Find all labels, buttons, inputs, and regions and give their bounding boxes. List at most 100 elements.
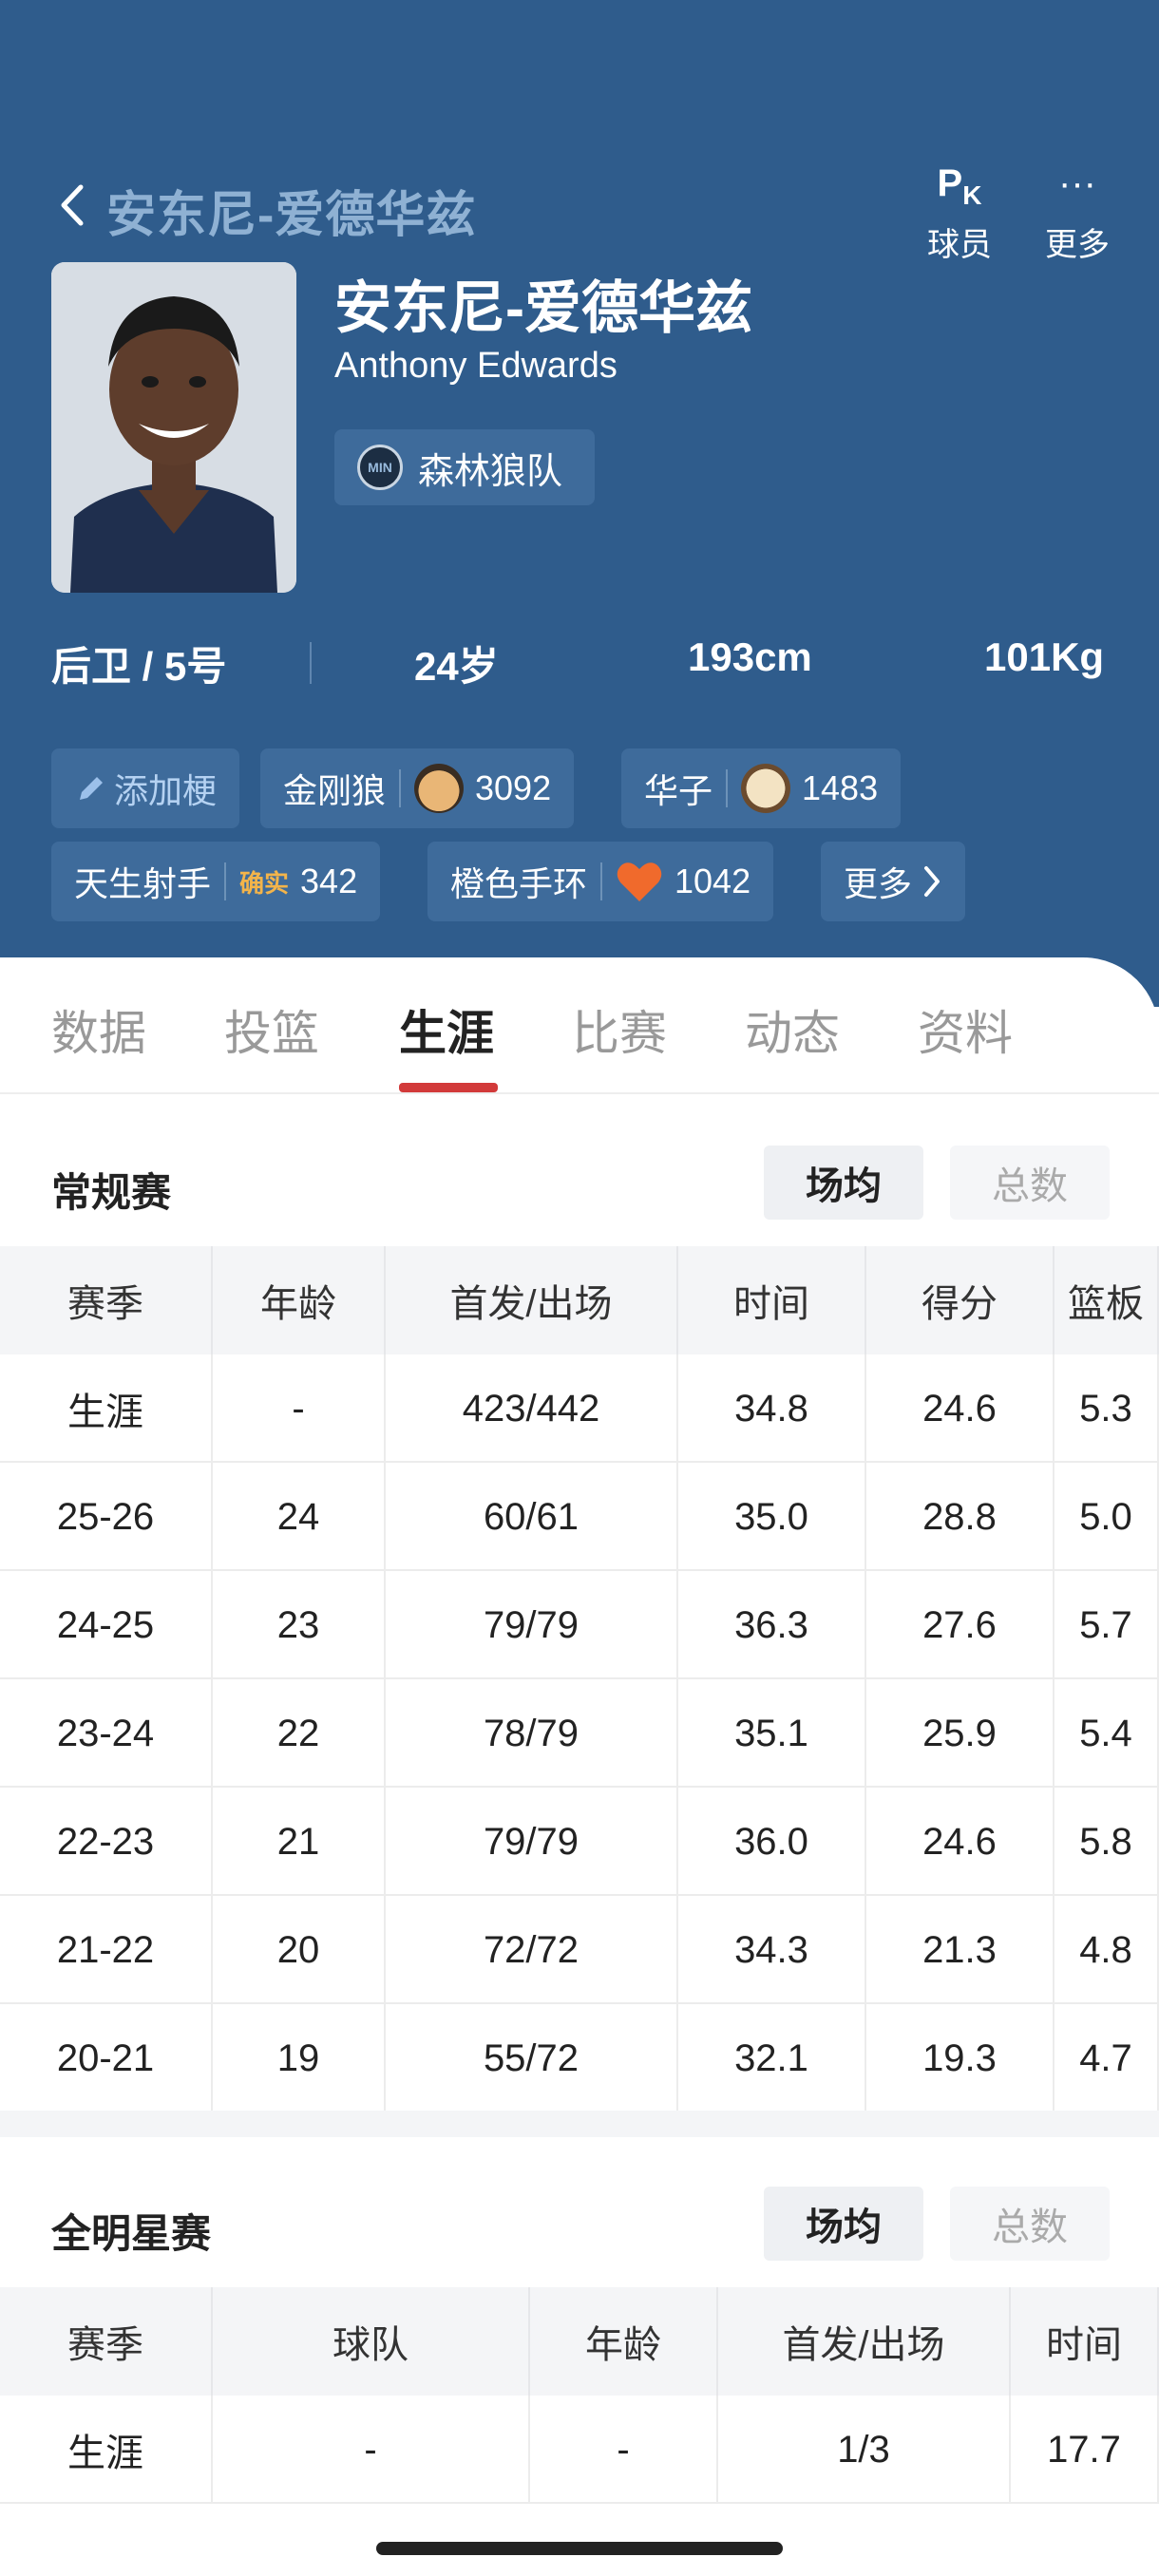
table-cell: - — [213, 2396, 530, 2504]
table-row: 生涯 - -1/3 17.7 — [0, 2396, 1159, 2504]
table-cell: 32.1 — [678, 2004, 866, 2112]
tag-count: 3092 — [475, 768, 552, 807]
table-cell: 28.8 — [866, 1463, 1054, 1571]
tag-label: 金刚狼 — [283, 771, 387, 810]
allstar-per-game-toggle[interactable]: 场均 — [764, 2187, 923, 2261]
table-cell: 22 — [213, 1679, 386, 1788]
column-header: 时间 — [1011, 2287, 1159, 2396]
table-row: 23-24 22 78/79 35.1 25.9 5.4 — [0, 1679, 1159, 1788]
table-cell: 24.6 — [866, 1788, 1054, 1896]
tag-label: 橙色手环 — [450, 864, 588, 903]
home-indicator[interactable] — [376, 2542, 783, 2555]
table-cell: 4.7 — [1054, 2004, 1159, 2112]
table-cell: 34.3 — [678, 1896, 866, 2004]
chevron-left-icon — [61, 184, 84, 226]
nickname-tag-orange-band[interactable]: 橙色手环 1042 — [428, 842, 774, 921]
tag-divider — [600, 862, 603, 900]
table-cell: 20-21 — [0, 2004, 213, 2112]
table-cell: 4.8 — [1054, 1896, 1159, 2004]
column-header: 球队 — [213, 2287, 530, 2396]
compare-player-button[interactable]: PK 球员 — [912, 152, 1007, 265]
more-dots-icon: ··· — [1058, 162, 1096, 204]
nickname-tag-huazi[interactable]: 华子 1483 — [621, 748, 902, 828]
table-cell: 55/72 — [386, 2004, 678, 2112]
tab-shooting[interactable]: 投篮 — [224, 995, 319, 1064]
column-header: 篮板 — [1054, 1246, 1159, 1354]
table-cell: 24-25 — [0, 1571, 213, 1679]
table-cell: - — [530, 2396, 718, 2504]
table-row: 生涯 -423/442 34.8 24.6 5.3 — [0, 1354, 1159, 1463]
player-age: 24岁 — [414, 644, 499, 689]
nickname-tag-jingangl[interactable]: 金刚狼 3092 — [260, 748, 575, 828]
table-cell: 24.6 — [866, 1354, 1054, 1463]
tag-label: 华子 — [644, 771, 713, 810]
table-cell: 23 — [213, 1571, 386, 1679]
more-tags-button[interactable]: 更多 — [821, 842, 966, 921]
tab-games[interactable]: 比赛 — [572, 995, 667, 1064]
table-cell: 19 — [213, 2004, 386, 2112]
compare-player-label: 球员 — [927, 227, 992, 263]
table-cell: 生涯 — [0, 1354, 213, 1463]
table-cell: - — [213, 1354, 386, 1463]
table-row: 20-21 19 55/72 32.1 19.3 4.7 — [0, 2004, 1159, 2112]
player-name-cn: 安东尼-爱德华兹 — [334, 276, 752, 340]
table-cell: 78/79 — [386, 1679, 678, 1788]
more-button[interactable]: ··· 更多 — [1030, 152, 1125, 265]
back-button[interactable] — [53, 179, 91, 232]
nickname-tag-shooter[interactable]: 天生射手 确实 342 — [51, 842, 381, 921]
more-label: 更多 — [1045, 227, 1110, 263]
table-cell: 36.0 — [678, 1788, 866, 1896]
per-game-toggle[interactable]: 场均 — [764, 1146, 923, 1220]
table-cell: 79/79 — [386, 1788, 678, 1896]
table-cell: 生涯 — [0, 2396, 213, 2504]
table-header-row: 赛季 球队 年龄 首发/出场 时间 — [0, 2287, 1159, 2396]
tag-divider — [399, 769, 402, 807]
table-cell: 19.3 — [866, 2004, 1054, 2112]
tab-stats[interactable]: 数据 — [51, 995, 146, 1064]
table-cell: 5.7 — [1054, 1571, 1159, 1679]
table-cell: 5.4 — [1054, 1679, 1159, 1788]
tag-count: 1483 — [802, 768, 879, 807]
active-tab-indicator — [399, 1083, 498, 1092]
team-chip[interactable]: MIN 森林狼队 — [334, 429, 595, 505]
section-divider — [0, 2111, 1159, 2137]
table-cell: 27.6 — [866, 1571, 1054, 1679]
column-header: 首发/出场 — [386, 1246, 678, 1354]
player-avatar — [51, 262, 296, 593]
table-cell: 5.3 — [1054, 1354, 1159, 1463]
table-cell: 423/442 — [386, 1354, 678, 1463]
tab-news[interactable]: 动态 — [745, 995, 840, 1064]
add-nickname-button[interactable]: 添加梗 — [51, 748, 240, 828]
team-name: 森林狼队 — [418, 451, 563, 492]
regular-season-title: 常规赛 — [51, 1170, 172, 1215]
table-row: 21-22 20 72/72 34.3 21.3 4.8 — [0, 1896, 1159, 2004]
tag-divider — [224, 862, 227, 900]
totals-toggle[interactable]: 总数 — [950, 1146, 1110, 1220]
player-position: 后卫 / 5号 — [51, 644, 227, 689]
player-height: 193cm — [688, 635, 812, 679]
tag-count: 1042 — [674, 862, 751, 900]
table-cell: 5.0 — [1054, 1463, 1159, 1571]
tab-divider — [0, 1092, 1159, 1094]
tag-count: 342 — [300, 862, 358, 900]
dog-emoji-icon — [741, 764, 791, 813]
tab-profile[interactable]: 资料 — [918, 995, 1013, 1064]
column-header: 年龄 — [530, 2287, 718, 2396]
allstar-totals-toggle[interactable]: 总数 — [950, 2187, 1110, 2261]
info-divider — [310, 642, 312, 684]
tab-career[interactable]: 生涯 — [399, 995, 494, 1064]
table-cell: 24 — [213, 1463, 386, 1571]
wolf-emoji-icon — [414, 764, 465, 813]
column-header: 时间 — [678, 1246, 866, 1354]
allstar-title: 全明星赛 — [51, 2211, 212, 2256]
table-cell: 25-26 — [0, 1463, 213, 1571]
player-name-en: Anthony Edwards — [334, 346, 618, 386]
more-tags-label: 更多 — [844, 864, 913, 903]
table-cell: 22-23 — [0, 1788, 213, 1896]
table-cell: 79/79 — [386, 1571, 678, 1679]
table-cell: 17.7 — [1011, 2396, 1159, 2504]
chevron-right-icon — [924, 866, 940, 897]
table-cell: 23-24 — [0, 1679, 213, 1788]
table-cell: 34.8 — [678, 1354, 866, 1463]
team-logo-icon: MIN — [357, 445, 403, 490]
